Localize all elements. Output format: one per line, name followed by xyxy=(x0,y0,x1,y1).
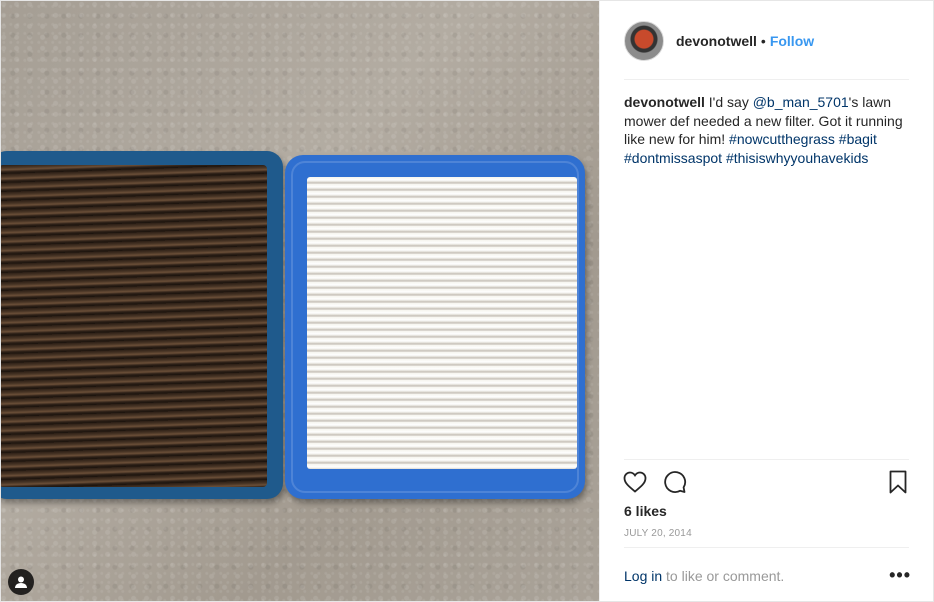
caption-mention[interactable]: @b_man_5701 xyxy=(753,94,849,110)
comment-icon[interactable] xyxy=(662,469,688,495)
post-photo[interactable] xyxy=(1,1,599,601)
post-side-panel: devonotwell • Follow devonotwell I'd say… xyxy=(599,1,933,601)
dirty-filter-image xyxy=(1,151,283,499)
hashtag-link[interactable]: #dontmissaspot xyxy=(624,150,722,166)
post-caption: devonotwell I'd say @b_man_5701's lawn m… xyxy=(624,93,914,167)
login-prompt: Log in to like or comment. xyxy=(624,568,784,584)
bookmark-icon[interactable] xyxy=(885,469,911,495)
follow-button[interactable]: Follow xyxy=(770,33,814,49)
caption-username[interactable]: devonotwell xyxy=(624,94,705,110)
hashtag-link[interactable]: #bagit xyxy=(839,131,877,147)
post-date: JULY 20, 2014 xyxy=(624,528,692,539)
hashtag-link[interactable]: #thisiswhyyouhavekids xyxy=(726,150,868,166)
more-options-icon[interactable]: ••• xyxy=(889,565,911,586)
login-prompt-text: to like or comment. xyxy=(662,568,785,584)
avatar[interactable] xyxy=(624,21,664,61)
post-header: devonotwell • Follow xyxy=(624,19,909,63)
user-tag-icon[interactable] xyxy=(8,569,34,595)
login-link[interactable]: Log in xyxy=(624,568,662,584)
header-separator: • xyxy=(760,33,766,49)
header-username[interactable]: devonotwell xyxy=(676,33,757,49)
heart-icon[interactable] xyxy=(622,469,648,495)
divider xyxy=(624,79,909,80)
divider xyxy=(624,547,909,548)
post-actions xyxy=(622,467,911,497)
likes-count[interactable]: 6 likes xyxy=(624,503,667,519)
hashtag-link[interactable]: #nowcutthegrass xyxy=(729,131,835,147)
post-container: devonotwell • Follow devonotwell I'd say… xyxy=(0,0,934,602)
clean-filter-image xyxy=(285,155,585,499)
caption-text: I'd say xyxy=(704,94,753,110)
divider xyxy=(624,459,909,460)
